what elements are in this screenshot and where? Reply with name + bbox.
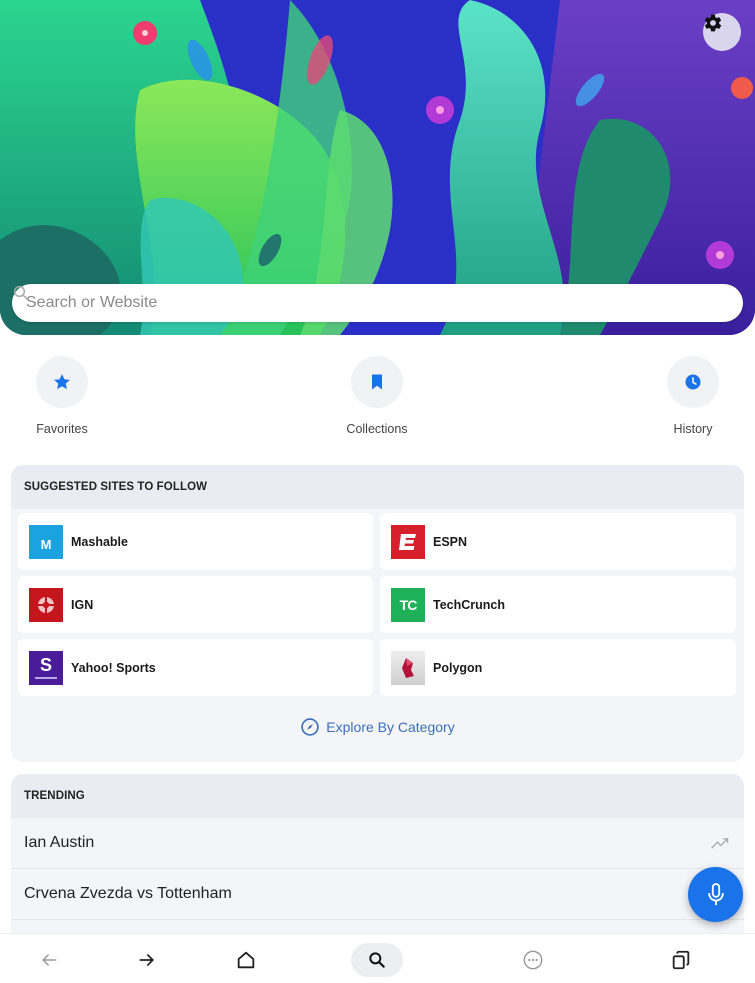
quick-link-label: Favorites [36, 422, 88, 436]
site-name: ESPN [433, 534, 468, 549]
site-name: Polygon [433, 660, 483, 675]
ign-logo-icon [29, 587, 63, 622]
suggested-sites-card: SUGGESTED SITES TO FOLLOW M Mashable ESP… [11, 465, 744, 762]
site-ign[interactable]: IGN [18, 576, 373, 633]
site-polygon[interactable]: Polygon [380, 639, 736, 696]
search-bar[interactable] [12, 284, 743, 322]
logo-letter: M [40, 537, 52, 552]
trending-card: TRENDING Ian Austin Crvena Zvezda vs Tot… [11, 774, 744, 944]
home-button[interactable] [220, 943, 272, 977]
explore-by-category-link[interactable]: Explore By Category [11, 696, 744, 758]
back-arrow-icon [42, 954, 57, 966]
logo-underline [35, 677, 57, 679]
site-name: Yahoo! Sports [71, 660, 156, 675]
polygon-logo-icon [391, 650, 425, 685]
bookmark-icon [372, 374, 382, 390]
ign-glyph [36, 594, 56, 615]
site-name: IGN [71, 597, 94, 612]
star-icon [54, 374, 70, 390]
site-espn[interactable]: ESPN [380, 513, 736, 570]
favorites-circle [36, 356, 88, 408]
espn-logo-icon [391, 524, 425, 559]
quick-link-collections[interactable]: Collections [327, 356, 427, 436]
trending-item-text: Ian Austin [24, 834, 95, 851]
site-name: TechCrunch [433, 597, 505, 612]
back-button[interactable] [23, 943, 75, 977]
polygon-glyph [402, 657, 414, 678]
hero-banner [0, 0, 755, 335]
trending-item[interactable]: Ian Austin [11, 818, 744, 869]
forward-button[interactable] [121, 943, 173, 977]
trending-item[interactable]: Crvena Zvezda vs Tottenham [11, 869, 744, 920]
forward-arrow-icon [139, 954, 155, 966]
quick-link-favorites[interactable]: Favorites [12, 356, 112, 436]
trending-title: TRENDING [11, 774, 744, 818]
clock-icon [685, 374, 701, 390]
bottom-navigation [0, 933, 755, 983]
history-circle [667, 356, 719, 408]
yahoo-sports-logo-icon: S [29, 650, 63, 685]
explore-label: Explore By Category [326, 719, 455, 735]
logo-letter: TC [399, 596, 418, 613]
espn-e-glyph [399, 533, 416, 550]
search-input[interactable] [26, 294, 676, 312]
quick-link-label: History [673, 422, 713, 436]
techcrunch-logo-icon: TC [391, 587, 425, 622]
voice-search-button[interactable] [688, 867, 743, 922]
gear-icon [704, 14, 722, 32]
home-icon [237, 951, 255, 969]
tabs-button[interactable] [655, 943, 707, 977]
settings-button[interactable] [703, 13, 741, 51]
suggested-sites-title: SUGGESTED SITES TO FOLLOW [11, 465, 744, 509]
search-icon [369, 952, 385, 968]
suggested-sites-grid: M Mashable ESPN IGN TC TechCrunch S Yaho… [11, 509, 744, 696]
tabs-icon [672, 950, 690, 970]
site-techcrunch[interactable]: TC TechCrunch [380, 576, 736, 633]
collections-circle [351, 356, 403, 408]
mashable-logo-icon: M [29, 524, 63, 559]
microphone-icon [707, 882, 724, 905]
trending-item-text: Crvena Zvezda vs Tottenham [24, 885, 232, 902]
search-nav-button[interactable] [351, 943, 403, 977]
quick-link-label: Collections [346, 422, 408, 436]
more-button[interactable] [507, 943, 559, 977]
site-mashable[interactable]: M Mashable [18, 513, 373, 570]
logo-letter: S [39, 655, 52, 675]
more-icon [523, 950, 543, 970]
trending-up-icon [711, 838, 729, 849]
site-name: Mashable [71, 534, 128, 549]
compass-icon [301, 718, 320, 736]
site-yahoo-sports[interactable]: S Yahoo! Sports [18, 639, 373, 696]
quick-link-history[interactable]: History [643, 356, 743, 436]
search-icon [13, 285, 29, 301]
